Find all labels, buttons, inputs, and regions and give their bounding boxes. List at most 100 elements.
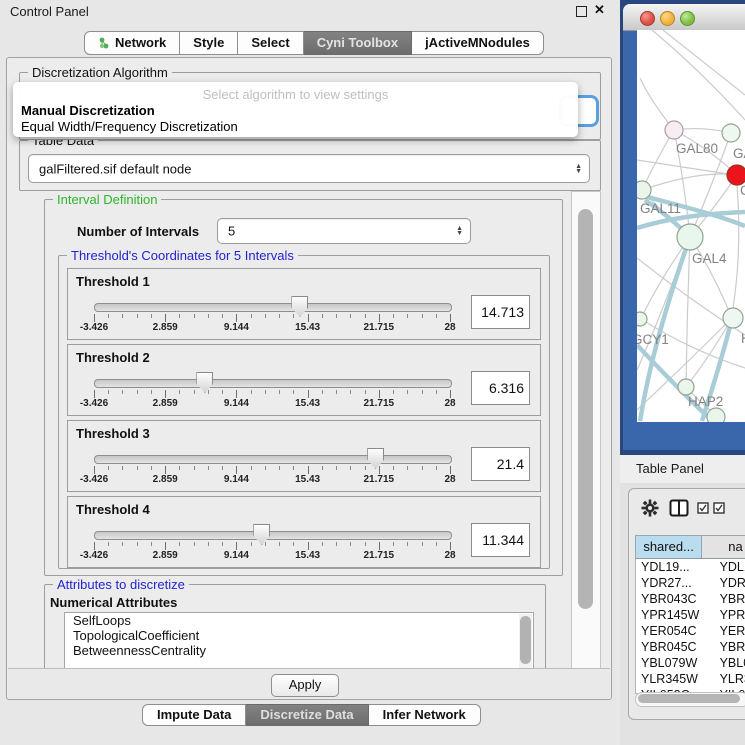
main-scrollbar[interactable] [571, 191, 601, 670]
node-label: C [740, 183, 745, 198]
network-node[interactable] [637, 181, 651, 199]
node-label: HAP2 [688, 394, 723, 409]
apply-button[interactable]: Apply [271, 674, 339, 697]
table-panel-container: shared... na YDL19...YDL1YDR27...YDR2YBR… [628, 488, 745, 720]
network-node[interactable] [727, 165, 745, 185]
network-view-window: GAL80GACGAL11GAL4GCY1HHAP2 [623, 4, 745, 450]
dropdown-item-manual[interactable]: Manual Discretization [21, 103, 155, 118]
node-label: GAL4 [692, 251, 727, 266]
algorithm-dropdown-popup: Select algorithm to view settings Manual… [13, 82, 578, 137]
settings-scroll-viewport: Interval Definition Number of Intervals … [19, 191, 569, 669]
stepper-icon: ▲▼ [575, 164, 582, 174]
table-row[interactable]: YBL079WYBL0 [636, 655, 745, 671]
node-table: shared... na YDL19...YDL1YDR27...YDR2YBR… [635, 535, 745, 694]
float-icon[interactable] [576, 6, 587, 17]
table-header-row: shared... na [635, 535, 745, 559]
node-label: H [741, 331, 745, 346]
tab-cyni-toolbox[interactable]: Cyni Toolbox [304, 31, 412, 55]
network-edge[interactable] [642, 130, 674, 190]
table-row[interactable]: YLR345WYLR3 [636, 671, 745, 687]
scrollbar-thumb[interactable] [578, 209, 593, 609]
tab-infer-network[interactable]: Infer Network [369, 704, 481, 726]
network-edge[interactable] [642, 174, 737, 190]
group-label: Discretization Algorithm [28, 65, 172, 80]
checkbox-icon[interactable] [697, 502, 709, 517]
threshold-value-field[interactable]: 14.713 [471, 295, 530, 329]
table-row[interactable]: YDL19...YDL1 [636, 559, 745, 575]
network-node[interactable] [723, 308, 743, 328]
table-row[interactable]: YPR145WYPR1 [636, 607, 745, 623]
attributes-list[interactable]: SelfLoopsTopologicalCoefficientBetweenne… [64, 612, 534, 669]
checkbox-icon[interactable] [713, 502, 725, 517]
close-icon[interactable]: ✕ [594, 2, 605, 18]
node-label: GA [733, 146, 745, 161]
network-window-titlebar[interactable] [623, 4, 745, 31]
network-edge[interactable] [690, 237, 732, 318]
threshold-slider-track[interactable] [94, 379, 452, 388]
cyni-toolbox-panel: Discretization Algorithm Select algorith… [6, 57, 612, 700]
dropdown-item-equal-width[interactable]: Equal Width/Frequency Discretization [21, 119, 238, 134]
threshold-slider-track[interactable] [94, 303, 452, 312]
number-of-intervals-combobox[interactable]: 5 ▲▼ [217, 218, 471, 244]
control-panel-titlebar: Control Panel ✕ [0, 0, 620, 22]
tab-discretize-data[interactable]: Discretize Data [246, 704, 368, 726]
list-scrollbar[interactable] [519, 614, 532, 669]
column-header-shared-name[interactable]: shared... [636, 536, 702, 558]
panel-title: Control Panel [10, 4, 89, 19]
network-node[interactable] [677, 224, 703, 250]
slider-tick-labels: -3.4262.8599.14415.4321.71528 [94, 398, 450, 410]
attribute-list-item[interactable]: BetweennessCentrality [65, 643, 533, 658]
tab-impute-data[interactable]: Impute Data [142, 704, 246, 726]
threshold-label: Threshold 2 [76, 350, 150, 365]
number-of-intervals-label: Number of Intervals [77, 224, 199, 239]
threshold-value-field[interactable]: 11.344 [471, 523, 530, 557]
table-row[interactable]: YDR27...YDR2 [636, 575, 745, 591]
tab-label: Network [115, 35, 166, 50]
threshold-value-field[interactable]: 6.316 [471, 371, 530, 405]
network-node[interactable] [637, 312, 647, 326]
threshold-panel-3: Threshold 3-3.4262.8599.14415.4321.71528… [67, 420, 541, 492]
threshold-value-field[interactable]: 21.4 [471, 447, 530, 481]
network-node[interactable] [707, 408, 725, 422]
network-edge[interactable] [686, 237, 690, 387]
minimize-button[interactable] [660, 11, 675, 26]
slider-tick-labels: -3.4262.8599.14415.4321.71528 [94, 322, 450, 334]
attribute-list-item[interactable]: TopologicalCoefficient [65, 628, 533, 643]
threshold-slider-track[interactable] [94, 531, 452, 540]
table-row[interactable]: YBR043CYBR0 [636, 591, 745, 607]
apply-row: Apply [8, 668, 610, 698]
gear-icon[interactable] [641, 499, 659, 520]
group-label: Attributes to discretize [53, 577, 189, 592]
network-node[interactable] [665, 121, 683, 139]
network-edge[interactable] [652, 30, 745, 120]
top-tab-bar: Network Style Select Cyni Toolbox jActiv… [84, 31, 544, 55]
network-edge[interactable] [733, 185, 739, 308]
combobox-value: galFiltered.sif default node [39, 161, 191, 176]
tab-style[interactable]: Style [180, 31, 238, 55]
table-horizontal-scrollbar[interactable] [635, 692, 745, 707]
group-label: Threshold's Coordinates for 5 Intervals [67, 248, 298, 263]
node-label: GAL11 [640, 201, 681, 216]
scrollbar-thumb[interactable] [638, 694, 740, 703]
table-row[interactable]: YBR045CYBR0 [636, 639, 745, 655]
attribute-list-item[interactable]: SelfLoops [65, 613, 533, 628]
tab-select[interactable]: Select [238, 31, 303, 55]
group-label: Interval Definition [53, 192, 161, 207]
columns-icon[interactable] [669, 499, 689, 520]
network-node[interactable] [678, 379, 694, 395]
close-button[interactable] [640, 11, 655, 26]
zoom-button[interactable] [680, 11, 695, 26]
threshold-panel-4: Threshold 4-3.4262.8599.14415.4321.71528… [67, 496, 541, 568]
column-header-name[interactable]: na [702, 536, 745, 558]
tab-network[interactable]: Network [84, 31, 180, 55]
network-node[interactable] [722, 124, 740, 142]
table-row[interactable]: YER054CYER0 [636, 623, 745, 639]
combobox-value: 5 [228, 224, 235, 239]
table-data-combobox[interactable]: galFiltered.sif default node ▲▼ [28, 154, 590, 183]
network-edge[interactable] [663, 30, 745, 95]
network-canvas[interactable]: GAL80GACGAL11GAL4GCY1HHAP2 [637, 30, 745, 422]
slider-tick-labels: -3.4262.8599.14415.4321.71528 [94, 474, 450, 486]
interval-definition-group: Interval Definition Number of Intervals … [44, 199, 563, 576]
threshold-slider-track[interactable] [94, 455, 452, 464]
tab-jactivemnodules[interactable]: jActiveMNodules [412, 31, 544, 55]
